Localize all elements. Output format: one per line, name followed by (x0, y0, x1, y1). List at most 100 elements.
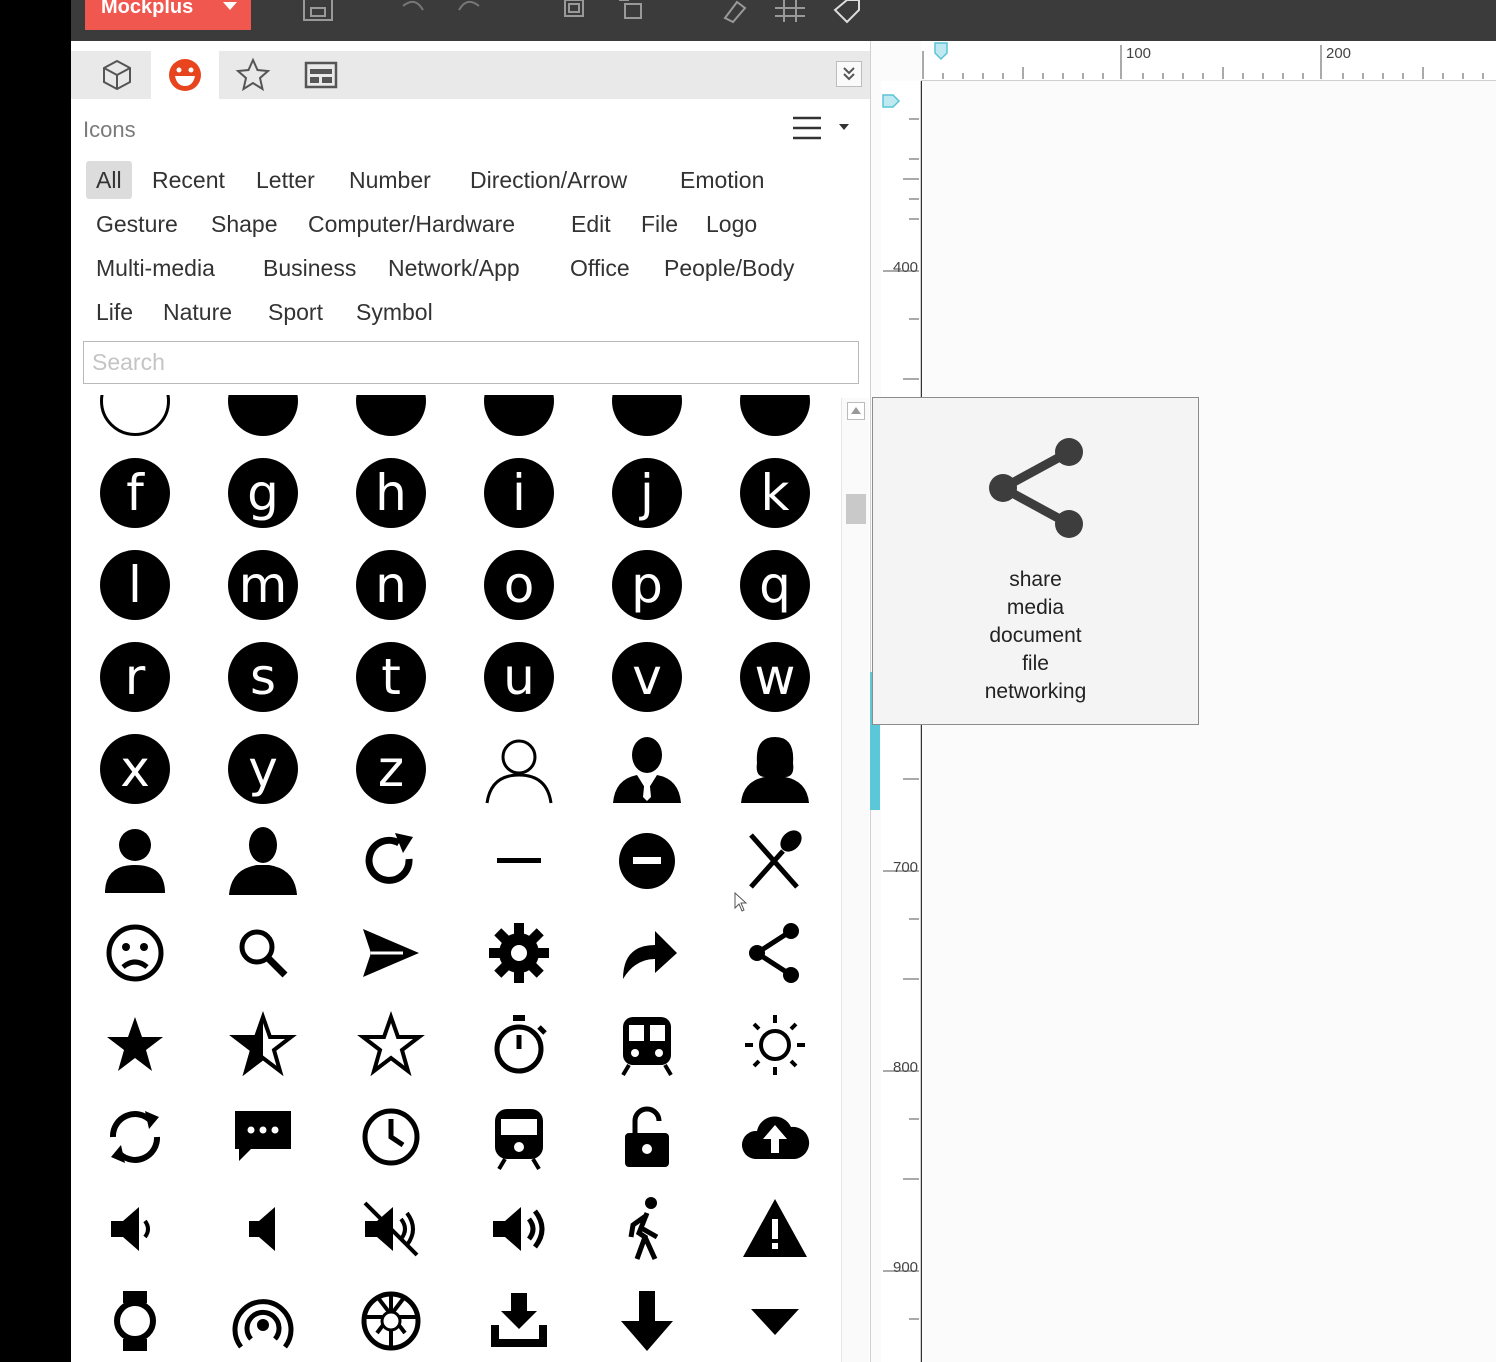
volume-up-icon[interactable] (455, 1183, 583, 1275)
volume-down-icon[interactable] (71, 1183, 199, 1275)
star-outline-icon[interactable] (327, 999, 455, 1091)
minus-circle-icon[interactable] (583, 815, 711, 907)
sun-icon[interactable] (711, 999, 839, 1091)
category-people-body[interactable]: People/Body (654, 249, 804, 287)
warning-icon[interactable] (711, 1183, 839, 1275)
category-letter[interactable]: Letter (246, 161, 325, 199)
star-half-icon[interactable] (199, 999, 327, 1091)
tab-favorites[interactable] (219, 51, 287, 99)
stopwatch-icon[interactable] (455, 999, 583, 1091)
icon-letter[interactable]: i (455, 447, 583, 539)
category-file[interactable]: File (631, 205, 688, 243)
aperture-icon[interactable] (327, 1275, 455, 1362)
icon-letter[interactable]: j (583, 447, 711, 539)
category-number[interactable]: Number (339, 161, 441, 199)
grid-icon[interactable] (773, 0, 807, 24)
category-business[interactable]: Business (253, 249, 366, 287)
icon-search-input[interactable] (83, 341, 859, 384)
train-icon[interactable] (583, 999, 711, 1091)
icon-letter[interactable]: w (711, 631, 839, 723)
icon-letter-b[interactable] (199, 395, 327, 447)
icon-letter[interactable]: x (71, 723, 199, 815)
app-menu-button[interactable]: Mockplus (85, 0, 251, 30)
category-multi-media[interactable]: Multi-media (86, 249, 225, 287)
sync-icon[interactable] (71, 1091, 199, 1183)
icon-letter[interactable]: l (71, 539, 199, 631)
refresh-icon[interactable] (327, 815, 455, 907)
category-life[interactable]: Life (86, 293, 143, 331)
send-icon[interactable] (327, 907, 455, 999)
icon-letter[interactable]: r (71, 631, 199, 723)
caret-down-icon[interactable] (711, 1275, 839, 1362)
person-icon[interactable] (71, 815, 199, 907)
woman-icon[interactable] (711, 723, 839, 815)
icon-letter[interactable]: m (199, 539, 327, 631)
star-filled-icon[interactable] (71, 999, 199, 1091)
icon-letter[interactable]: g (199, 447, 327, 539)
chat-bubble-icon[interactable] (199, 1091, 327, 1183)
category-edit[interactable]: Edit (561, 205, 621, 243)
icon-letter[interactable]: q (711, 539, 839, 631)
group-icon[interactable] (557, 0, 591, 24)
icon-letter[interactable]: u (455, 631, 583, 723)
ungroup-icon[interactable] (615, 0, 649, 24)
category-nature[interactable]: Nature (153, 293, 242, 331)
forward-arrow-icon[interactable] (583, 907, 711, 999)
tag-icon[interactable] (829, 0, 863, 24)
category-logo[interactable]: Logo (696, 205, 767, 243)
person-silhouette-icon[interactable] (199, 815, 327, 907)
category-shape[interactable]: Shape (201, 205, 288, 243)
icon-letter[interactable]: n (327, 539, 455, 631)
icon-letter[interactable]: v (583, 631, 711, 723)
volume-mute-icon[interactable] (199, 1183, 327, 1275)
restaurant-icon[interactable] (711, 815, 839, 907)
icon-letter-e[interactable] (583, 395, 711, 447)
icon-letter-c[interactable] (327, 395, 455, 447)
collapse-panel-button[interactable] (836, 61, 862, 87)
icon-letter[interactable]: o (455, 539, 583, 631)
arrow-down-icon[interactable] (583, 1275, 711, 1362)
undo-icon[interactable] (397, 0, 431, 24)
tab-templates[interactable] (287, 51, 355, 99)
watch-icon[interactable] (71, 1275, 199, 1362)
category-emotion[interactable]: Emotion (670, 161, 774, 199)
category-sport[interactable]: Sport (258, 293, 333, 331)
businessman-icon[interactable] (583, 723, 711, 815)
category-office[interactable]: Office (560, 249, 640, 287)
category-all[interactable]: All (86, 161, 132, 199)
tab-icons[interactable] (151, 51, 219, 99)
subway-icon[interactable] (455, 1091, 583, 1183)
redo-icon[interactable] (451, 0, 485, 24)
unlock-icon[interactable] (583, 1091, 711, 1183)
clock-icon[interactable] (327, 1091, 455, 1183)
icon-letter[interactable]: h (327, 447, 455, 539)
icon-letter[interactable]: k (711, 447, 839, 539)
category-symbol[interactable]: Symbol (346, 293, 443, 331)
user-outline-icon[interactable] (455, 723, 583, 815)
gear-icon[interactable] (455, 907, 583, 999)
icon-letter-a[interactable] (71, 395, 199, 447)
category-direction-arrow[interactable]: Direction/Arrow (460, 161, 637, 199)
icon-grid-scrollbar[interactable] (841, 398, 869, 1362)
category-recent[interactable]: Recent (142, 161, 235, 199)
share-icon[interactable] (711, 907, 839, 999)
category-computer-hardware[interactable]: Computer/Hardware (298, 205, 525, 243)
icon-letter[interactable]: y (199, 723, 327, 815)
icon-letter-ee[interactable] (711, 395, 839, 447)
sad-face-icon[interactable] (71, 907, 199, 999)
icon-letter[interactable]: s (199, 631, 327, 723)
icon-letter[interactable]: z (327, 723, 455, 815)
scroll-up-icon[interactable] (847, 402, 865, 420)
icon-letter-d[interactable] (455, 395, 583, 447)
icon-letter[interactable]: p (583, 539, 711, 631)
save-icon[interactable] (301, 0, 335, 24)
category-gesture[interactable]: Gesture (86, 205, 188, 243)
icon-letter[interactable]: t (327, 631, 455, 723)
minus-icon[interactable] (455, 815, 583, 907)
wifi-tethering-icon[interactable] (199, 1275, 327, 1362)
brush-icon[interactable] (717, 0, 751, 24)
cloud-upload-icon[interactable] (711, 1091, 839, 1183)
search-icon[interactable] (199, 907, 327, 999)
category-network-app[interactable]: Network/App (378, 249, 530, 287)
walking-icon[interactable] (583, 1183, 711, 1275)
